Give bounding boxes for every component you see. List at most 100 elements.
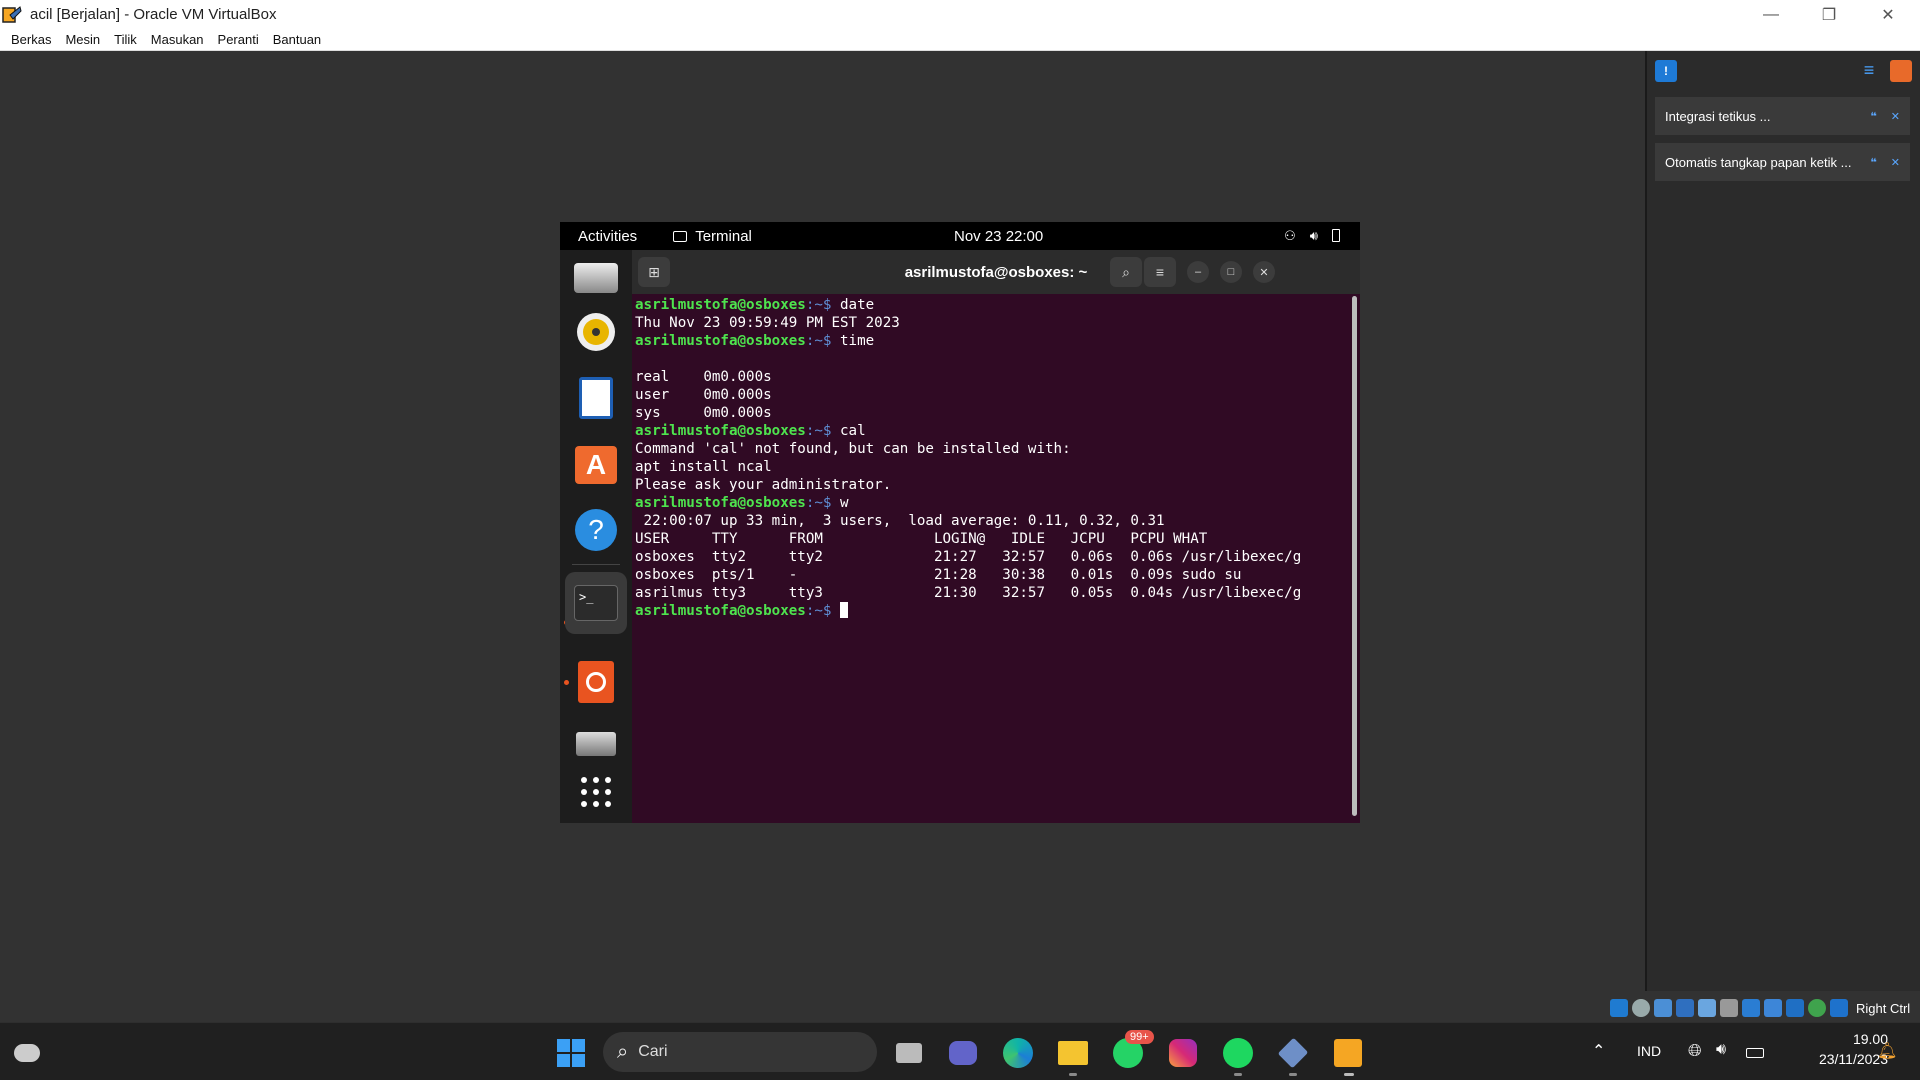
restore-button[interactable]: ❐: [1800, 0, 1858, 29]
virtualbox-app-icon: [2, 5, 22, 25]
app-grid-icon[interactable]: [574, 770, 618, 814]
output-text: asrilmus tty3 tty3 21:30 32:57 0.05s 0.0…: [635, 585, 1302, 601]
notification-pin-icon[interactable]: ❝: [1870, 110, 1876, 123]
writer-icon[interactable]: [574, 376, 618, 420]
menu-tilik[interactable]: Tilik: [107, 32, 144, 47]
output-text: sys 0m0.000s: [635, 405, 772, 421]
terminal-line: asrilmustofa@osboxes:~$ w: [635, 494, 1350, 512]
terminal-output[interactable]: asrilmustofa@osboxes:~$ date Thu Nov 23 0…: [632, 294, 1350, 823]
minimize-button[interactable]: —: [1742, 0, 1800, 29]
menu-bantuan[interactable]: Bantuan: [266, 32, 328, 47]
usb-status-icon[interactable]: [1698, 999, 1716, 1017]
virtualization-status-icon[interactable]: [1786, 999, 1804, 1017]
network-status-icon[interactable]: [1676, 999, 1694, 1017]
restore-icon: ❐: [1821, 6, 1837, 24]
weather-icon[interactable]: [12, 1038, 42, 1068]
dock: A ? >_: [560, 250, 632, 823]
ubuntu-icon[interactable]: [574, 660, 618, 704]
start-button[interactable]: [556, 1038, 586, 1068]
files-icon[interactable]: [574, 256, 618, 300]
hard-disk-status-icon[interactable]: [1610, 999, 1628, 1017]
whatsapp-badge: 99+: [1125, 1030, 1154, 1044]
search-placeholder: Cari: [638, 1043, 668, 1060]
instagram-icon[interactable]: [1168, 1038, 1198, 1068]
terminal-line: sys 0m0.000s: [635, 404, 1350, 422]
terminal-scrollbar[interactable]: [1352, 296, 1357, 816]
host-key-label: Right Ctrl: [1856, 1000, 1911, 1016]
command-text: time: [840, 333, 875, 349]
app-menu[interactable]: Terminal: [673, 228, 752, 245]
host-menu-bar: Berkas Mesin Tilik Masukan Peranti Bantu…: [0, 29, 1920, 51]
chat-icon[interactable]: [948, 1038, 978, 1068]
network-tray-icon[interactable]: 🌐︎: [1688, 1041, 1702, 1061]
output-text: real 0m0.000s: [635, 369, 772, 385]
notification-bell-icon[interactable]: 🔔︎: [1877, 1041, 1897, 1061]
prompt-user-host: asrilmustofa@osboxes: [635, 297, 806, 313]
keyboard-capture-status-icon[interactable]: [1830, 999, 1848, 1017]
notification-center-icon[interactable]: !: [1655, 60, 1677, 82]
gnome-top-bar: Activities Terminal Nov 23 22:00 ⚇ 🔊︎: [560, 222, 1360, 250]
volume-tray-icon[interactable]: 🔊︎: [1716, 1041, 1726, 1059]
prompt-user-host: asrilmustofa@osboxes: [635, 603, 806, 619]
terminal-line: asrilmustofa@osboxes:~$ date: [635, 296, 1350, 314]
optical-drive-status-icon[interactable]: [1632, 999, 1650, 1017]
command-text: cal: [840, 423, 866, 439]
activities-button[interactable]: Activities: [578, 228, 637, 245]
menu-peranti[interactable]: Peranti: [211, 32, 266, 47]
close-icon: ✕: [1881, 6, 1895, 24]
clock[interactable]: Nov 23 22:00: [954, 228, 1043, 245]
output-text: user 0m0.000s: [635, 387, 772, 403]
notification-close-icon[interactable]: ✕: [1891, 110, 1900, 123]
whatsapp-icon[interactable]: 99+: [1113, 1030, 1154, 1068]
help-icon[interactable]: ?: [574, 508, 618, 552]
menu-masukan[interactable]: Masukan: [144, 32, 211, 47]
search-button[interactable]: ⌕: [1110, 257, 1142, 287]
task-view-icon[interactable]: [894, 1038, 924, 1068]
notification-item[interactable]: Integrasi tetikus ... ❝ ✕: [1655, 97, 1910, 135]
edge-icon[interactable]: [1003, 1038, 1033, 1068]
prompt-path: :~$: [805, 423, 841, 439]
notification-item[interactable]: Otomatis tangkap papan ketik ... ❝ ✕: [1655, 143, 1910, 181]
recording-status-icon[interactable]: [1764, 999, 1782, 1017]
vm-window-taskbar-icon[interactable]: [1333, 1038, 1363, 1068]
notification-pin-icon[interactable]: ❝: [1870, 156, 1876, 169]
prompt-path: :~$: [805, 297, 841, 313]
search-icon: ⌕: [617, 1040, 629, 1063]
clear-notifications-icon[interactable]: [1890, 60, 1912, 82]
prompt-path: :~$: [805, 333, 841, 349]
mouse-integration-status-icon[interactable]: [1808, 999, 1826, 1017]
terminal-line: 22:00:07 up 33 min, 3 users, load averag…: [635, 512, 1350, 530]
rhythmbox-icon[interactable]: [574, 310, 618, 354]
language-indicator[interactable]: IND: [1637, 1043, 1661, 1059]
sort-notifications-icon[interactable]: ≡: [1858, 60, 1880, 82]
search-box[interactable]: ⌕ Cari: [603, 1032, 877, 1072]
system-tray[interactable]: ⚇ 🔊︎: [1284, 228, 1340, 244]
guest-screen[interactable]: Activities Terminal Nov 23 22:00 ⚇ 🔊︎ A …: [560, 222, 1360, 823]
software-center-icon[interactable]: A: [574, 443, 618, 487]
menu-button[interactable]: ≡: [1144, 257, 1176, 287]
virtualbox-taskbar-icon[interactable]: [1277, 1037, 1309, 1069]
file-explorer-icon[interactable]: [1058, 1038, 1088, 1068]
shared-folders-status-icon[interactable]: [1720, 999, 1738, 1017]
terminal-window[interactable]: ⊞ asrilmustofa@osboxes: ~ ⌕ ≡ – □ ✕ asri…: [632, 250, 1360, 823]
terminal-icon[interactable]: >_: [565, 572, 627, 634]
disk-icon[interactable]: [574, 722, 618, 766]
minimize-terminal-button[interactable]: –: [1187, 261, 1209, 283]
menu-mesin[interactable]: Mesin: [58, 32, 107, 47]
battery-tray-icon[interactable]: [1746, 1045, 1764, 1061]
close-button[interactable]: ✕: [1858, 0, 1918, 29]
show-hidden-icons[interactable]: ⌃: [1592, 1041, 1605, 1061]
maximize-terminal-button[interactable]: □: [1220, 261, 1242, 283]
notification-text: Otomatis tangkap papan ketik ...: [1665, 154, 1852, 170]
menu-berkas[interactable]: Berkas: [4, 32, 58, 47]
taskbar-date[interactable]: 23/11/2023: [1786, 1051, 1888, 1067]
close-terminal-button[interactable]: ✕: [1253, 261, 1275, 283]
output-text: USER TTY FROM LOGIN@ IDLE JCPU PCPU WHAT: [635, 531, 1208, 547]
host-title-bar: acil [Berjalan] - Oracle VM VirtualBox —…: [0, 0, 1920, 29]
spotify-icon[interactable]: [1223, 1038, 1253, 1068]
display-status-icon[interactable]: [1742, 999, 1760, 1017]
terminal-title: asrilmustofa@osboxes: ~: [904, 263, 1088, 281]
notification-close-icon[interactable]: ✕: [1891, 156, 1900, 169]
audio-status-icon[interactable]: [1654, 999, 1672, 1017]
